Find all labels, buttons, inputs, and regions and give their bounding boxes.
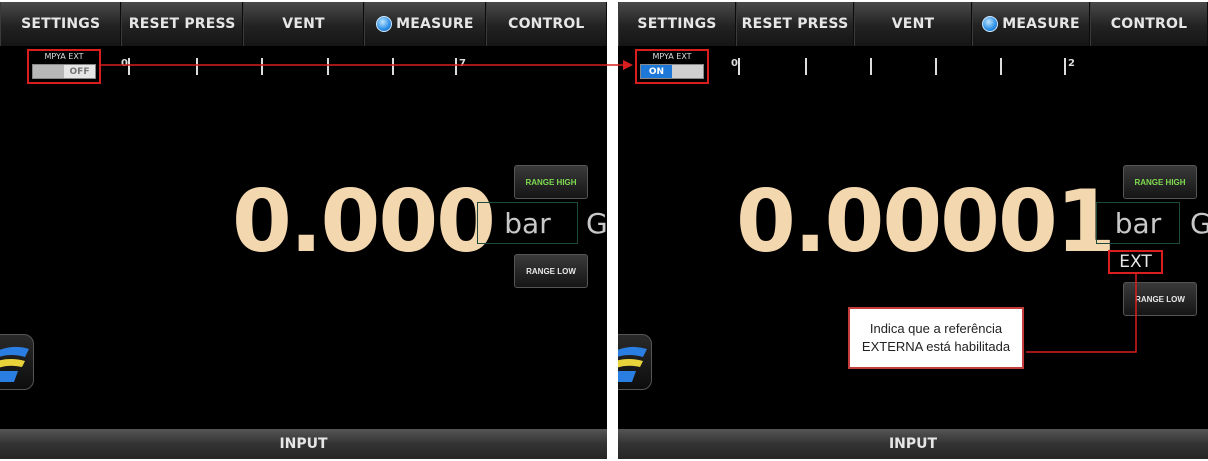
reset-press-label: RESET PRESS [128, 16, 236, 32]
input-label: INPUT [888, 436, 938, 452]
measure-indicator-icon [982, 16, 999, 32]
input-label: INPUT [279, 436, 328, 452]
callout-note: Indica que a referência EXTERNA está hab… [848, 307, 1024, 369]
right-screen: SETTINGS RESET PRESS VENT MEASURE CONTRO… [618, 2, 1208, 459]
menu-bar: SETTINGS RESET PRESS VENT MEASURE CONTRO… [618, 2, 1208, 46]
reset-press-button[interactable]: RESET PRESS [736, 2, 854, 46]
brand-logo-icon [0, 334, 34, 390]
control-button[interactable]: CONTROL [1090, 2, 1208, 46]
input-button[interactable]: INPUT [0, 429, 607, 459]
scale-max-label: 2 [1068, 58, 1075, 69]
unit-display: bar [1096, 202, 1180, 244]
unit-display: bar [477, 202, 578, 244]
scale-tick [1064, 58, 1066, 75]
measure-button[interactable]: MEASURE [364, 2, 486, 46]
measure-label: MEASURE [1002, 16, 1080, 32]
scale-tick [738, 58, 740, 75]
scale-tick [261, 58, 263, 75]
toggle-state: OFF [64, 65, 95, 78]
scale-tick [392, 58, 394, 75]
control-label: CONTROL [1110, 16, 1188, 32]
menu-bar: SETTINGS RESET PRESS VENT MEASURE CONTRO… [0, 2, 607, 46]
vent-label: VENT [282, 16, 325, 32]
stage: SETTINGS RESET PRESS VENT MEASURE CONTRO… [0, 0, 1208, 461]
control-label: CONTROL [508, 16, 585, 32]
scale-tick [128, 58, 130, 75]
gauge-suffix: G [586, 207, 607, 240]
scale-tick [327, 58, 329, 75]
input-button[interactable]: INPUT [618, 429, 1208, 459]
scale-tick [1000, 58, 1002, 75]
pressure-reading: 0.000 [232, 172, 496, 272]
toggle-label: MPYA EXT [44, 52, 84, 61]
measure-button[interactable]: MEASURE [972, 2, 1090, 46]
gauge-suffix: G [1190, 207, 1208, 240]
scale-tick [805, 58, 807, 75]
pressure-reading: 0.00001 [736, 172, 1116, 272]
control-button[interactable]: CONTROL [485, 2, 607, 46]
range-high-button[interactable]: RANGE HIGH [514, 165, 588, 199]
reset-press-button[interactable]: RESET PRESS [121, 2, 243, 46]
scale-min-label: 0 [731, 58, 738, 69]
toggle-knob [672, 65, 703, 78]
vent-button[interactable]: VENT [854, 2, 972, 46]
range-low-button[interactable]: RANGE LOW [1123, 282, 1197, 316]
left-screen: SETTINGS RESET PRESS VENT MEASURE CONTRO… [0, 2, 607, 459]
range-low-button[interactable]: RANGE LOW [514, 254, 588, 288]
toggle-state: ON [641, 65, 672, 78]
reset-press-label: RESET PRESS [741, 16, 849, 32]
mpya-ext-toggle[interactable]: MPYA EXT OFF [27, 49, 101, 84]
mpya-ext-toggle[interactable]: MPYA EXT ON [635, 49, 709, 84]
scale-tick [870, 58, 872, 75]
vent-button[interactable]: VENT [242, 2, 365, 46]
vent-label: VENT [891, 16, 935, 32]
toggle-label: MPYA EXT [652, 52, 692, 61]
measure-label: MEASURE [396, 16, 474, 32]
range-high-button[interactable]: RANGE HIGH [1123, 165, 1197, 199]
settings-button[interactable]: SETTINGS [0, 2, 122, 46]
measure-indicator-icon [376, 16, 393, 32]
settings-label: SETTINGS [21, 16, 101, 32]
toggle-switch[interactable]: OFF [32, 64, 96, 79]
toggle-knob [33, 65, 64, 78]
toggle-switch[interactable]: ON [640, 64, 704, 79]
scale-tick [935, 58, 937, 75]
scale-tick [455, 58, 457, 75]
brand-logo-icon [618, 334, 652, 390]
settings-label: SETTINGS [637, 16, 717, 32]
ext-indicator: EXT [1108, 250, 1163, 274]
scale-tick [196, 58, 198, 75]
settings-button[interactable]: SETTINGS [618, 2, 736, 46]
scale-min-label: 0 [121, 58, 128, 69]
scale-max-label: 7 [459, 58, 466, 69]
